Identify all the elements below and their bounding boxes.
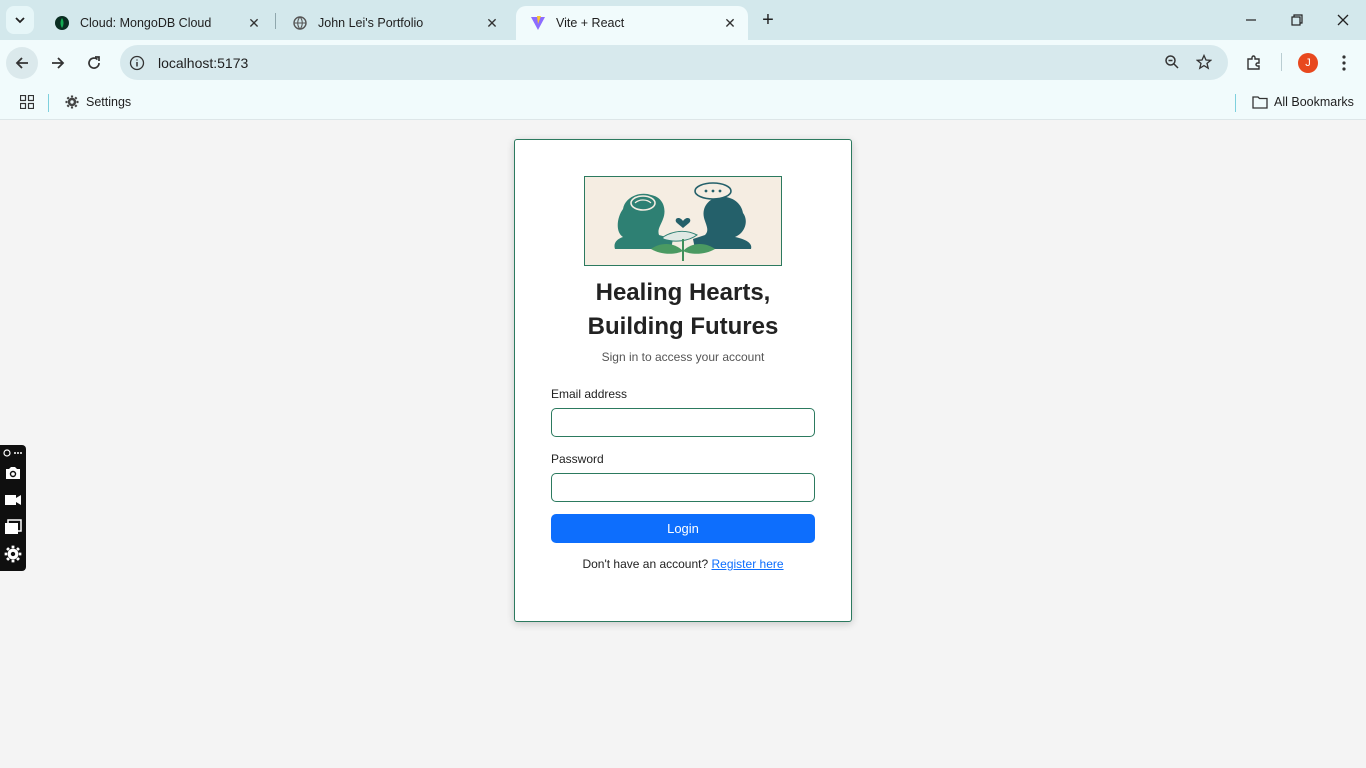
url-text: localhost:5173 <box>158 54 249 71</box>
bookmarks-divider <box>1235 94 1236 112</box>
minimize-button[interactable] <box>1237 6 1265 34</box>
bookmark-label: Settings <box>86 95 132 109</box>
folder-icon <box>1252 94 1268 110</box>
close-tab-icon[interactable]: ✕ <box>244 13 264 33</box>
browser-toolbar: localhost:5173 J <box>0 40 1366 86</box>
email-label: Email address <box>551 387 628 401</box>
globe-icon <box>292 15 308 31</box>
close-icon <box>1337 14 1349 26</box>
register-prompt-text: Don't have an account? <box>582 557 709 571</box>
zoom-icon <box>1165 55 1179 69</box>
tab-mongodb[interactable]: Cloud: MongoDB Cloud ✕ <box>40 6 272 40</box>
tab-title: Cloud: MongoDB Cloud <box>80 16 212 30</box>
tab-title: Vite + React <box>556 16 625 30</box>
reload-icon <box>88 56 100 69</box>
camera-icon[interactable] <box>3 463 23 483</box>
window-capture-icon[interactable] <box>3 517 23 537</box>
tab-portfolio[interactable]: John Lei's Portfolio ✕ <box>278 6 510 40</box>
email-field[interactable] <box>551 408 815 437</box>
register-prompt-row: Don't have an account? Register here <box>515 557 851 571</box>
arrow-right-icon <box>52 57 65 69</box>
close-window-button[interactable] <box>1329 6 1357 34</box>
bookmark-star-button[interactable] <box>1193 51 1215 73</box>
page-title-line-1: Healing Hearts, <box>595 279 771 306</box>
kebab-menu-icon <box>1342 55 1346 71</box>
password-label: Password <box>551 452 604 466</box>
arrow-left-icon <box>15 57 28 69</box>
site-info-icon[interactable] <box>128 54 146 72</box>
healing-hearts-logo <box>584 176 782 266</box>
tab-strip: Cloud: MongoDB Cloud ✕ John Lei's Portfo… <box>0 0 1366 40</box>
forward-button[interactable] <box>42 47 74 79</box>
password-field[interactable] <box>551 473 815 502</box>
reload-button[interactable] <box>78 47 110 79</box>
bookmarks-bar: Settings All Bookmarks <box>0 86 1366 120</box>
extensions-button[interactable] <box>1240 49 1268 77</box>
address-bar[interactable]: localhost:5173 <box>120 45 1228 80</box>
tab-vite-react[interactable]: Vite + React ✕ <box>516 6 748 40</box>
recorder-header-icon[interactable] <box>3 447 23 459</box>
recorder-sidebar <box>0 445 26 571</box>
new-tab-button[interactable]: + <box>756 8 780 32</box>
restore-button[interactable] <box>1283 6 1311 34</box>
page-title-line-2: Building Futures <box>587 313 779 340</box>
close-tab-icon[interactable]: ✕ <box>482 13 502 33</box>
all-bookmarks-button[interactable]: All Bookmarks <box>1252 92 1354 112</box>
login-card: Healing Hearts, Building Futures Sign in… <box>514 139 852 622</box>
vite-icon <box>530 15 546 31</box>
apps-button[interactable] <box>17 92 37 112</box>
star-icon <box>1196 54 1212 70</box>
register-link[interactable]: Register here <box>712 557 784 571</box>
avatar: J <box>1298 53 1318 73</box>
puzzle-icon <box>1247 55 1260 70</box>
tab-search-button[interactable] <box>6 6 34 34</box>
chevron-down-icon <box>15 17 25 24</box>
menu-button[interactable] <box>1330 49 1358 77</box>
page-subtitle: Sign in to access your account <box>601 350 765 364</box>
close-tab-icon[interactable]: ✕ <box>720 13 740 33</box>
toolbar-divider <box>1281 53 1282 71</box>
restore-icon <box>1291 14 1303 26</box>
gear-icon[interactable] <box>3 544 23 564</box>
back-button[interactable] <box>6 47 38 79</box>
all-bookmarks-label: All Bookmarks <box>1274 95 1354 109</box>
login-button[interactable]: Login <box>551 514 815 543</box>
apps-grid-icon <box>20 95 34 109</box>
mongodb-leaf-icon <box>54 15 70 31</box>
profile-button[interactable]: J <box>1294 49 1322 77</box>
minimize-icon <box>1246 19 1256 21</box>
tab-title: John Lei's Portfolio <box>318 16 424 30</box>
bookmark-settings[interactable]: Settings <box>64 92 131 112</box>
video-camera-icon[interactable] <box>3 490 23 510</box>
zoom-button[interactable] <box>1161 51 1183 73</box>
bookmarks-divider <box>48 94 49 112</box>
tab-divider <box>275 13 276 29</box>
gear-icon <box>64 94 80 110</box>
